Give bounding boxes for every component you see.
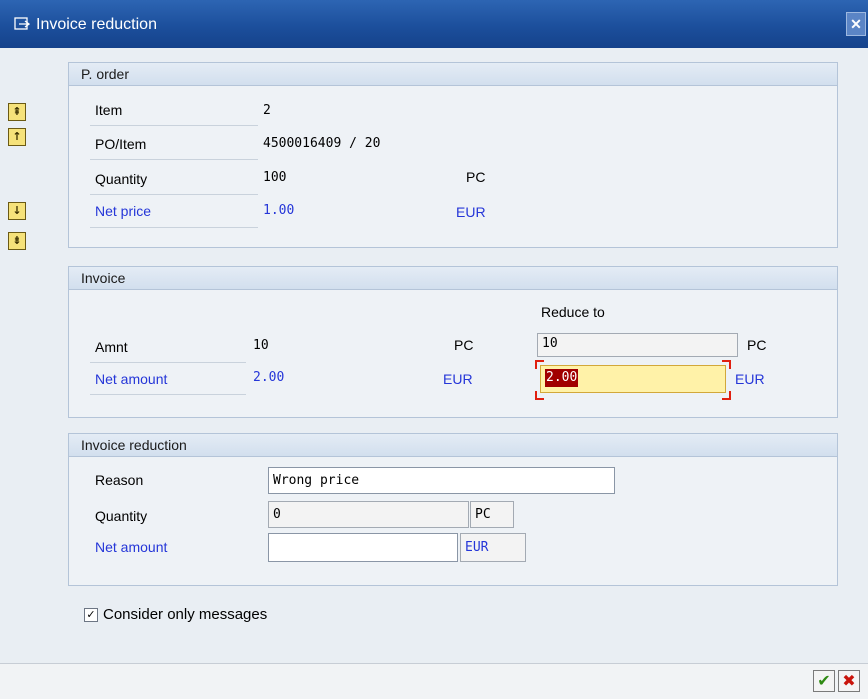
amnt-reduce-input[interactable]: 10 xyxy=(537,333,738,357)
last-page-icon[interactable]: ⇟ xyxy=(8,232,26,250)
next-page-icon[interactable]: ↓ xyxy=(8,202,26,220)
netprice-label-underline xyxy=(90,227,258,228)
cancel-x-icon: ✖ xyxy=(842,671,856,690)
reduction-quantity-unit: PC xyxy=(470,501,514,528)
item-value: 2 xyxy=(263,103,271,118)
quantity-value: 100 xyxy=(263,170,287,185)
reason-label: Reason xyxy=(95,472,144,488)
reason-input[interactable]: Wrong price xyxy=(268,467,615,494)
netprice-unit: EUR xyxy=(456,204,486,220)
consider-only-messages-label: Consider only messages xyxy=(103,606,268,623)
quantity-unit: PC xyxy=(466,169,486,185)
reduction-netamount-unit: EUR xyxy=(460,533,526,562)
focus-corner-tr xyxy=(722,360,731,369)
item-label: Item xyxy=(95,102,123,118)
netprice-label: Net price xyxy=(95,203,152,219)
dialog-icon xyxy=(14,17,30,30)
netamount-value: 2.00 xyxy=(253,370,285,385)
amnt-value: 10 xyxy=(253,338,269,353)
reduction-netamount-label: Net amount xyxy=(95,539,168,555)
first-page-icon[interactable]: ⇞ xyxy=(8,103,26,121)
item-label-underline xyxy=(90,125,258,126)
netamount-reduce-unit: EUR xyxy=(735,371,765,387)
po-order-group: P. order xyxy=(68,62,838,248)
invoice-header: Invoice xyxy=(69,267,837,290)
window-title: Invoice reduction xyxy=(36,16,157,33)
focus-corner-br xyxy=(722,391,731,400)
netamount-label-underline xyxy=(90,394,246,395)
previous-page-icon[interactable]: ↑ xyxy=(8,128,26,146)
reduce-to-label: Reduce to xyxy=(541,304,605,320)
netamount-reduce-input[interactable]: 2.00 xyxy=(540,365,726,393)
title-bar: Invoice reduction ✕ xyxy=(0,0,868,48)
amnt-label-underline xyxy=(90,362,246,363)
reduction-quantity-label: Quantity xyxy=(95,508,148,524)
poitem-label-underline xyxy=(90,159,258,160)
confirm-button[interactable]: ✔ xyxy=(813,670,835,692)
po-order-header: P. order xyxy=(69,63,837,86)
poitem-label: PO/Item xyxy=(95,136,147,152)
consider-only-messages-checkbox[interactable]: ✓ xyxy=(84,608,98,622)
close-button[interactable]: ✕ xyxy=(846,12,866,36)
cancel-button[interactable]: ✖ xyxy=(838,670,860,692)
invoice-reduction-header: Invoice reduction xyxy=(69,434,837,457)
quantity-label: Quantity xyxy=(95,171,148,187)
poitem-value: 4500016409 / 20 xyxy=(263,136,381,151)
amnt-label: Amnt xyxy=(95,339,128,355)
checkmark-confirm-icon: ✔ xyxy=(817,671,831,690)
amnt-unit: PC xyxy=(454,337,474,353)
focus-corner-tl xyxy=(535,360,544,369)
netamount-unit: EUR xyxy=(443,371,473,387)
netamount-reduce-selected-text: 2.00 xyxy=(545,369,579,387)
quantity-label-underline xyxy=(90,194,258,195)
footer-bar xyxy=(0,663,868,699)
checkmark-icon: ✓ xyxy=(86,608,96,621)
amnt-reduce-unit: PC xyxy=(747,337,767,353)
reduction-quantity-input[interactable]: 0 xyxy=(268,501,469,528)
close-icon: ✕ xyxy=(850,16,862,32)
focus-corner-bl xyxy=(535,391,544,400)
reduction-netamount-input[interactable] xyxy=(268,533,458,562)
netamount-label: Net amount xyxy=(95,371,168,387)
netprice-value: 1.00 xyxy=(263,203,295,218)
